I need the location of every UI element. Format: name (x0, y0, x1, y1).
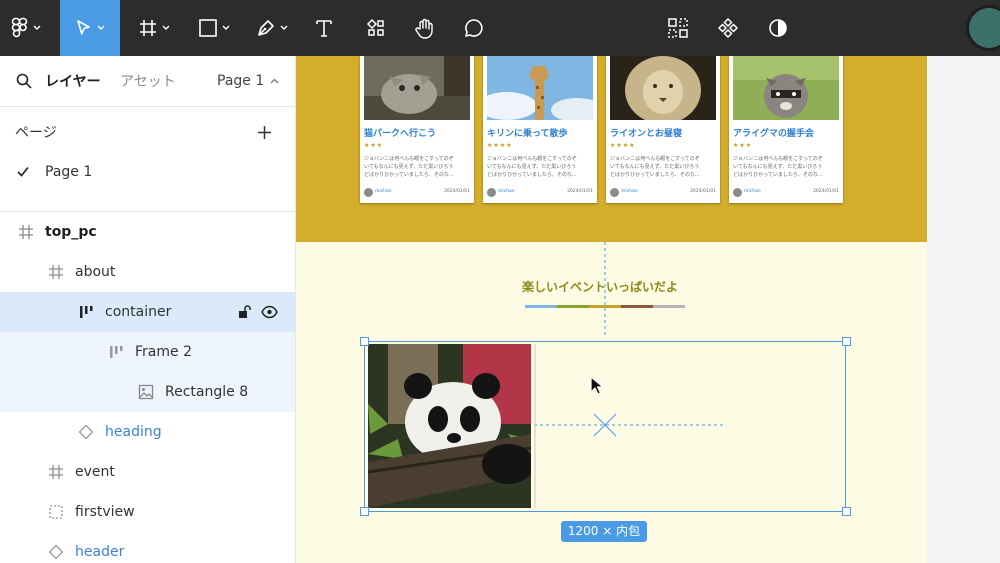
image-icon (138, 384, 154, 400)
text-icon (316, 20, 332, 37)
resize-handle-top-left[interactable] (360, 337, 369, 346)
checkmark-icon (17, 166, 29, 177)
autolayout-icon (80, 306, 93, 318)
tab-assets[interactable]: アセット (120, 71, 176, 91)
comment-tool-button[interactable] (454, 0, 494, 56)
shape-tool-button[interactable] (188, 0, 240, 56)
layers-panel: レイヤー アセット Page 1 ページ Page 1 top_pc about… (0, 56, 296, 563)
component-instance-icon (78, 424, 94, 440)
figma-logo-icon (11, 17, 28, 38)
unlock-icon[interactable] (238, 305, 252, 319)
comment-icon (465, 19, 483, 37)
resources-icon (366, 18, 384, 36)
page-item-label: Page 1 (45, 164, 93, 180)
design-canvas[interactable]: 猫パークへ行こう ★★★ ジョバンニは何べんも眼をこすってのぞ いてもなんにも見… (296, 56, 1000, 563)
resize-handle-bottom-left[interactable] (360, 507, 369, 516)
resize-handle-top-right[interactable] (842, 337, 851, 346)
component-tool-button[interactable] (708, 0, 748, 56)
layer-label: Frame 2 (135, 344, 192, 360)
section-icon (49, 505, 63, 519)
contrast-tool-button[interactable] (758, 0, 798, 56)
component-icon (717, 17, 739, 39)
frame-icon (19, 225, 33, 239)
layer-label: top_pc (45, 224, 97, 240)
user-avatar[interactable] (969, 8, 1000, 48)
selected-frame-outline[interactable] (364, 341, 846, 512)
component-instance-icon (48, 544, 64, 560)
layer-row-firstview[interactable]: firstview (0, 492, 295, 532)
eye-icon[interactable] (261, 305, 278, 319)
layer-row-heading[interactable]: heading (0, 412, 295, 452)
layer-row-event[interactable]: event (0, 452, 295, 492)
search-icon[interactable] (16, 73, 32, 89)
page-selector-label: Page 1 (217, 73, 265, 89)
chevron-down-icon (280, 25, 288, 30)
page-item[interactable]: Page 1 (0, 152, 295, 192)
layer-label: heading (105, 424, 162, 440)
frame-tool-button[interactable] (128, 0, 180, 56)
pages-heading: ページ (15, 125, 57, 141)
layer-row-rectangle-8[interactable]: Rectangle 8 (0, 372, 295, 412)
toolbar (0, 0, 1000, 56)
text-tool-button[interactable] (304, 0, 344, 56)
layer-row-top_pc[interactable]: top_pc (0, 212, 295, 252)
contrast-icon (769, 19, 787, 37)
chevron-down-icon (162, 25, 170, 30)
mouse-cursor-icon (590, 376, 604, 395)
chevron-down-icon (222, 25, 230, 30)
layer-label: about (75, 264, 116, 280)
layer-label: firstview (75, 504, 135, 520)
move-tool-button[interactable] (60, 0, 120, 56)
frame-icon (49, 465, 63, 479)
pen-icon (258, 20, 274, 36)
layer-row-header[interactable]: header (0, 532, 295, 563)
hand-icon (415, 18, 433, 39)
layer-row-about[interactable]: about (0, 252, 295, 292)
tab-layers[interactable]: レイヤー (45, 71, 101, 91)
rectangle-icon (199, 19, 217, 37)
size-label: 1200 × 内包 (561, 521, 647, 542)
layer-row-container[interactable]: container (0, 292, 295, 332)
cursor-icon (77, 20, 90, 35)
frame-icon (49, 265, 63, 279)
frame-icon (140, 20, 156, 36)
autolayout-icon (110, 346, 123, 358)
chevron-down-icon (97, 25, 105, 30)
chevron-up-icon (270, 78, 279, 84)
resources-tool-button[interactable] (356, 0, 396, 56)
layer-label: event (75, 464, 115, 480)
page-selector[interactable]: Page 1 (217, 73, 279, 89)
panel-tabs: レイヤー アセット Page 1 (0, 61, 295, 101)
hand-tool-button[interactable] (405, 0, 445, 56)
pen-tool-button[interactable] (246, 0, 298, 56)
main-menu-button[interactable] (0, 0, 52, 56)
layer-label: header (75, 544, 125, 560)
layer-label: container (105, 304, 172, 320)
grid-icon (668, 18, 688, 38)
pages-header: ページ (0, 112, 295, 152)
resize-handle-bottom-right[interactable] (842, 507, 851, 516)
layer-row-frame-2[interactable]: Frame 2 (0, 332, 295, 372)
grid-tool-button[interactable] (658, 0, 698, 56)
add-page-icon[interactable] (257, 125, 272, 140)
divider (0, 106, 295, 107)
chevron-down-icon (33, 25, 41, 30)
layer-label: Rectangle 8 (165, 384, 249, 400)
